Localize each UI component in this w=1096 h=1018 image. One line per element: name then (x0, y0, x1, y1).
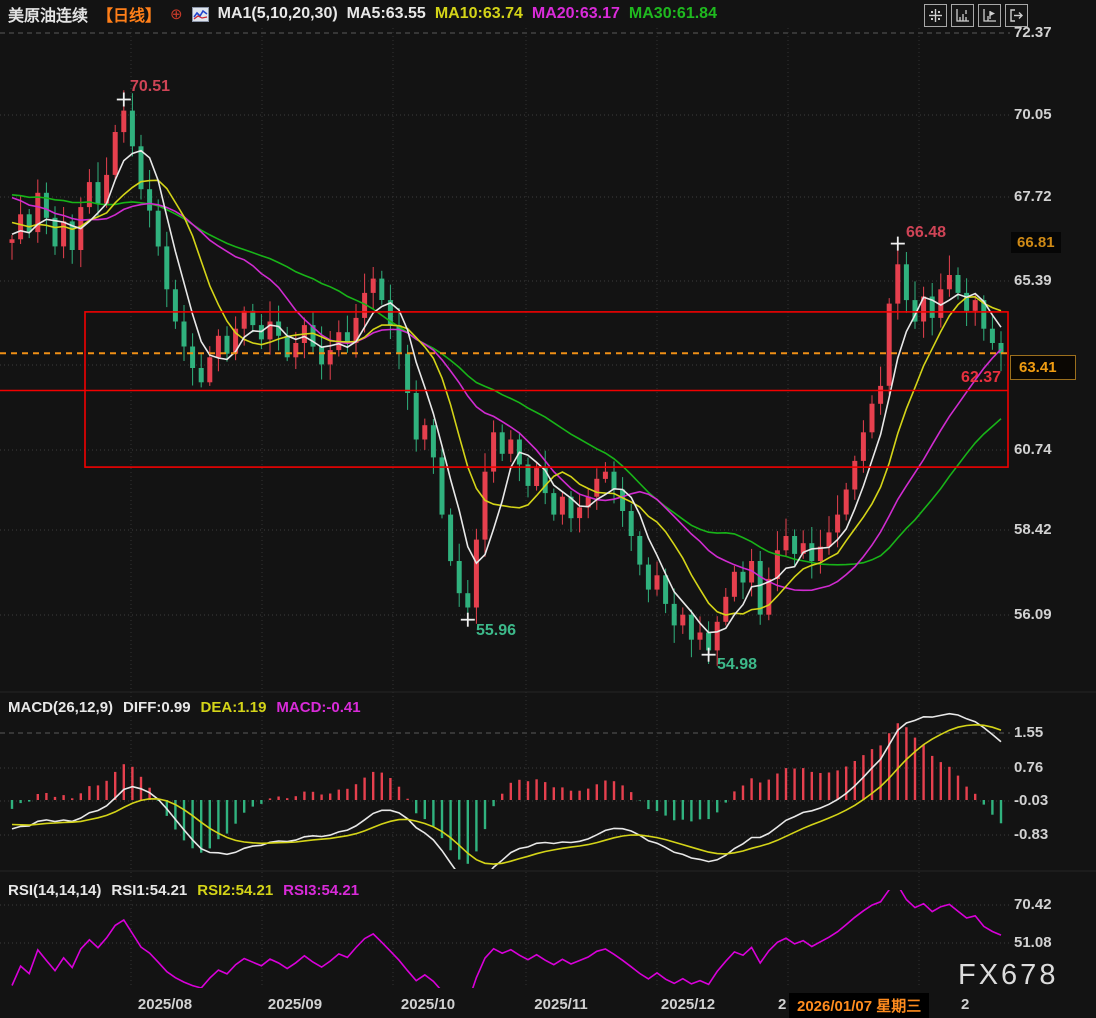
crosshair-date-tooltip: 2026/01/07 星期三 (789, 993, 929, 1018)
macd-axis-label: -0.83 (1014, 826, 1048, 843)
x-axis-label: 2025/09 (268, 996, 322, 1013)
session-high-price-label: 66.81 (1011, 232, 1061, 253)
rsi-axis-label: 51.08 (1014, 934, 1052, 951)
price-axis-label: 60.74 (1014, 441, 1052, 458)
exit-chart-icon[interactable] (1005, 4, 1028, 27)
last-price-label: 63.41 (1010, 355, 1076, 380)
x-axis-partial-label: 2 (961, 996, 969, 1013)
x-axis-partial-label: 2 (778, 996, 786, 1013)
macd-params-label[interactable]: MACD(26,12,9) (8, 699, 113, 716)
ma20-value: MA20:63.17 (532, 5, 620, 23)
macd-dea-value: DEA:1.19 (201, 699, 267, 716)
rsi-layer (12, 885, 1001, 1002)
x-axis-label: 2025/08 (138, 996, 192, 1013)
price-extreme-annotation: 54.98 (717, 656, 757, 674)
macd-value: MACD:-0.41 (276, 699, 360, 716)
trading-chart-window: 美原油连续 【日线】 ⊕ MA1(5,10,20,30) MA5:63.55 M… (0, 0, 1096, 1018)
macd-diff-value: DIFF:0.99 (123, 699, 191, 716)
price-axis-label: 58.42 (1014, 521, 1052, 538)
alert-price-label: 62.37 (961, 369, 1001, 387)
price-extreme-annotation: 70.51 (130, 78, 170, 96)
rsi3-value: RSI3:54.21 (283, 882, 359, 899)
macd-axis-label: -0.03 (1014, 792, 1048, 809)
macd-axis-label: 0.76 (1014, 759, 1043, 776)
rsi2-value: RSI2:54.21 (197, 882, 273, 899)
add-indicator-icon[interactable]: ⊕ (170, 5, 183, 23)
drawing-objects-layer (0, 312, 1010, 467)
ma10-value: MA10:63.74 (435, 5, 523, 23)
axis-scale-flag-icon[interactable] (978, 4, 1001, 27)
macd-axis-label: 1.55 (1014, 724, 1043, 741)
extreme-markers-layer (117, 93, 905, 662)
rsi-params-label[interactable]: RSI(14,14,14) (8, 882, 101, 899)
x-axis-label: 2025/12 (661, 996, 715, 1013)
x-axis-label: 2025/10 (401, 996, 455, 1013)
price-axis-label: 65.39 (1014, 272, 1052, 289)
rsi-axis-label: 70.42 (1014, 896, 1052, 913)
chart-canvas[interactable] (0, 0, 1096, 1018)
chart-header: 美原油连续 【日线】 ⊕ MA1(5,10,20,30) MA5:63.55 M… (8, 3, 717, 25)
x-axis-label: 2025/11 (534, 996, 587, 1013)
ma5-value: MA5:63.55 (347, 5, 426, 23)
price-axis-label: 70.05 (1014, 106, 1052, 123)
ma30-value: MA30:61.84 (629, 5, 717, 23)
move-crosshair-icon[interactable] (924, 4, 947, 27)
fx678-watermark: FX678 (958, 959, 1058, 992)
price-axis-label: 56.09 (1014, 606, 1052, 623)
candles-layer (10, 90, 1004, 666)
period-label[interactable]: 【日线】 (97, 2, 161, 26)
grid-layer (0, 28, 1096, 988)
instrument-title: 美原油连续 (8, 2, 88, 26)
axis-scale-icon[interactable] (951, 4, 974, 27)
price-extreme-annotation: 66.48 (906, 224, 946, 242)
ma-settings-label[interactable]: MA1(5,10,20,30) (218, 5, 338, 23)
price-extreme-annotation: 55.96 (476, 622, 516, 640)
price-axis-label: 67.72 (1014, 188, 1052, 205)
macd-header: MACD(26,12,9) DIFF:0.99 DEA:1.19 MACD:-0… (8, 699, 361, 716)
rsi-header: RSI(14,14,14) RSI1:54.21 RSI2:54.21 RSI3… (8, 882, 359, 899)
chart-toolbar (924, 4, 1028, 27)
rsi1-value: RSI1:54.21 (111, 882, 187, 899)
indicator-chart-icon[interactable] (192, 7, 209, 22)
macd-histogram-layer (12, 714, 1001, 886)
